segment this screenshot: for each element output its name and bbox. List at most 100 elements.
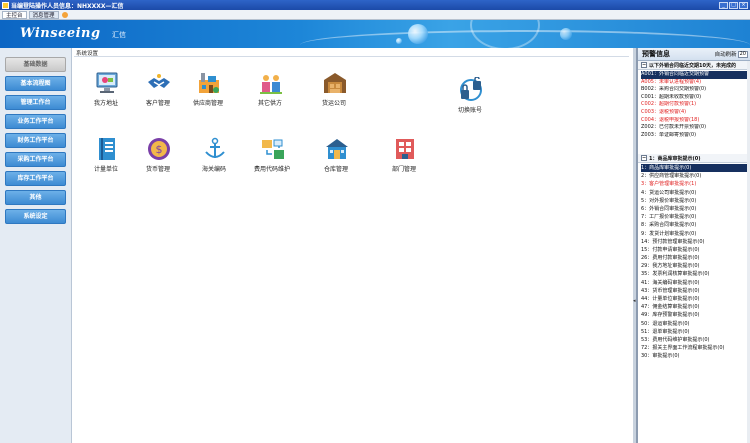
- list-item[interactable]: 29：我方地址审批提示(0): [641, 262, 750, 270]
- department-icon: [396, 139, 414, 159]
- tile-customer-management[interactable]: 客户管理: [130, 70, 186, 116]
- list-item[interactable]: 41：海关编码审批提示(0): [641, 279, 750, 287]
- close-tab-icon[interactable]: [61, 11, 68, 18]
- collapse-icon[interactable]: −: [641, 62, 647, 68]
- anchor-icon: [205, 137, 225, 158]
- tile-label: 海关编码: [201, 166, 226, 173]
- tile-customs-code[interactable]: 海关编码: [186, 136, 242, 182]
- nav-system-settings[interactable]: 系统设定: [5, 209, 66, 224]
- nav-purchase-platform[interactable]: 采购工作平台: [5, 152, 66, 167]
- tile-label: 切换账号: [457, 107, 482, 114]
- list-item[interactable]: C002：超期付款预警(1): [641, 101, 750, 109]
- tile-fee-code-maintenance[interactable]: 费用代码维护: [244, 136, 300, 182]
- audit-section-title: 1：商品库审批提示(0): [649, 155, 701, 162]
- list-item[interactable]: 35：发票利润核算审批提示(0): [641, 270, 750, 278]
- nav-basic-flowchart[interactable]: 基本流程图: [5, 76, 66, 91]
- tile-label: 计量单位: [93, 166, 118, 173]
- computer-icon: [96, 72, 118, 93]
- list-item[interactable]: 43：货币管理审批提示(0): [641, 287, 750, 295]
- list-item[interactable]: A005：未审认进程预警(4): [641, 79, 750, 87]
- handshake-icon: [148, 74, 170, 88]
- brand-logo: Winseeing: [20, 26, 101, 41]
- warning-section-title: 以下外销合同临近交期10天，未完成的: [649, 62, 736, 69]
- tile-department-management[interactable]: 部门管理: [376, 136, 432, 182]
- list-item[interactable]: 15：付款申请审批提示(0): [641, 246, 750, 254]
- minimize-icon[interactable]: _: [719, 1, 728, 9]
- tile-freight-company[interactable]: 货运公司: [306, 70, 362, 116]
- list-item[interactable]: C001：超期未收款预警(0): [641, 94, 750, 102]
- tile-label: 货币管理: [145, 166, 170, 173]
- maximize-icon[interactable]: □: [729, 1, 738, 9]
- factory-icon: [199, 73, 219, 93]
- warning-panel: 预警信息 自动刷新 20 − 以下外销合同临近交期10天，未完成的 A001：外…: [636, 48, 750, 443]
- warehouse-icon: [324, 73, 346, 93]
- nav-finance-platform[interactable]: 财务工作平台: [5, 133, 66, 148]
- tile-label: 费用代码维护: [253, 166, 290, 173]
- auto-refresh-control: 自动刷新 20: [715, 50, 750, 58]
- divider: [74, 56, 629, 57]
- bubble-decoration: [396, 38, 402, 44]
- list-item[interactable]: A001：外销合同临近交期预警: [641, 71, 750, 79]
- list-item[interactable]: 72：报关主界面工作流程审批提示(0): [641, 344, 750, 352]
- window-title: 当编登陆操作人员信息：NHXXXX—汇信: [11, 2, 124, 10]
- building-icon: [326, 139, 348, 159]
- header-banner: Winseeing 汇信: [0, 20, 750, 48]
- list-item[interactable]: 47：佣金结算审批提示(0): [641, 303, 750, 311]
- svg-text:$: $: [156, 143, 163, 156]
- list-item[interactable]: C003：退税预警(4): [641, 109, 750, 117]
- list-item[interactable]: Z002：已付款未开票预警(0): [641, 124, 750, 132]
- app-icon: [2, 1, 9, 9]
- list-item[interactable]: C004：退税申报预警(18): [641, 117, 750, 125]
- brand-logo-sub: 汇信: [112, 31, 126, 39]
- warning-panel-header: 预警信息 自动刷新 20: [638, 48, 750, 61]
- audit-list: 1：商品库审批提示(0) 2：供应商管理审批提示(0) 3：客户管理审批提示(1…: [638, 163, 750, 361]
- main-content: 系统设置 我方地址 客户管理 供应商管理 其它供方 货运公司 切换账号 计量单位…: [71, 48, 633, 443]
- close-icon[interactable]: ×: [739, 1, 748, 9]
- list-item[interactable]: 30：审批提示(0): [641, 352, 750, 360]
- tab-console[interactable]: 主控台: [2, 10, 27, 19]
- tile-switch-account[interactable]: 切换账号: [442, 77, 498, 123]
- auto-refresh-select[interactable]: 20: [737, 50, 748, 58]
- list-item[interactable]: 1：商品库审批提示(0): [641, 164, 750, 173]
- list-item[interactable]: Z003：单证邮寄预警(0): [641, 132, 750, 140]
- list-item[interactable]: 14：预付款管理审批提示(0): [641, 238, 750, 246]
- tile-warehouse-management[interactable]: 仓库管理: [308, 136, 364, 182]
- list-item[interactable]: 3：客户管理审批提示(1): [641, 180, 750, 188]
- list-item[interactable]: 9：发货计划审批提示(0): [641, 230, 750, 238]
- tile-other-suppliers[interactable]: 其它供方: [242, 70, 298, 116]
- nav-inventory-platform[interactable]: 库存工作平台: [5, 171, 66, 186]
- list-item[interactable]: 6：外销合同审批提示(0): [641, 205, 750, 213]
- list-item[interactable]: 44：计量单位审批提示(0): [641, 295, 750, 303]
- list-item[interactable]: 50：退运审批提示(0): [641, 320, 750, 328]
- warning-panel-title: 预警信息: [642, 50, 670, 58]
- list-item[interactable]: 4：货运公司审批提示(0): [641, 189, 750, 197]
- list-item[interactable]: 5：对外报价审批提示(0): [641, 197, 750, 205]
- tile-our-address[interactable]: 我方地址: [78, 70, 134, 116]
- tab-messages[interactable]: 消息管理: [28, 10, 59, 19]
- warning-list: A001：外销合同临近交期预警 A005：未审认进程预警(4) B002：采购合…: [638, 70, 750, 146]
- nav-other[interactable]: 其他: [5, 190, 66, 205]
- tile-unit-of-measure[interactable]: 计量单位: [78, 136, 134, 182]
- collapse-icon[interactable]: −: [641, 155, 647, 161]
- warning-section-header[interactable]: − 以下外销合同临近交期10天，未完成的: [638, 61, 750, 70]
- title-bar: 当编登陆操作人员信息：NHXXXX—汇信 _ □ ×: [0, 0, 750, 10]
- list-item[interactable]: 26：费用付款审批提示(0): [641, 254, 750, 262]
- nav-basic-data[interactable]: 基础数据: [5, 57, 66, 72]
- bubble-decoration: [408, 24, 428, 44]
- nav-management-desk[interactable]: 管理工作台: [5, 95, 66, 110]
- nav-business-platform[interactable]: 业务工作平台: [5, 114, 66, 129]
- tile-supplier-management[interactable]: 供应商管理: [180, 70, 236, 116]
- tile-label: 货运公司: [321, 100, 346, 107]
- list-item[interactable]: 2：供应商管理审批提示(0): [641, 172, 750, 180]
- list-item[interactable]: 8：采购合同审批提示(0): [641, 221, 750, 229]
- audit-section-header[interactable]: − 1：商品库审批提示(0): [638, 154, 750, 163]
- list-item[interactable]: 53：费用代码维护审批提示(0): [641, 336, 750, 344]
- list-item[interactable]: 7：工厂报价审批提示(0): [641, 213, 750, 221]
- tile-currency-management[interactable]: $ 货币管理: [130, 136, 186, 182]
- people-icon: [260, 75, 282, 94]
- bubble-decoration: [560, 28, 572, 40]
- list-item[interactable]: 49：库存预警审批提示(0): [641, 311, 750, 319]
- currency-icon: $: [148, 138, 170, 160]
- list-item[interactable]: 51：退单审批提示(0): [641, 328, 750, 336]
- list-item[interactable]: B002：采购合同交期预警(0): [641, 86, 750, 94]
